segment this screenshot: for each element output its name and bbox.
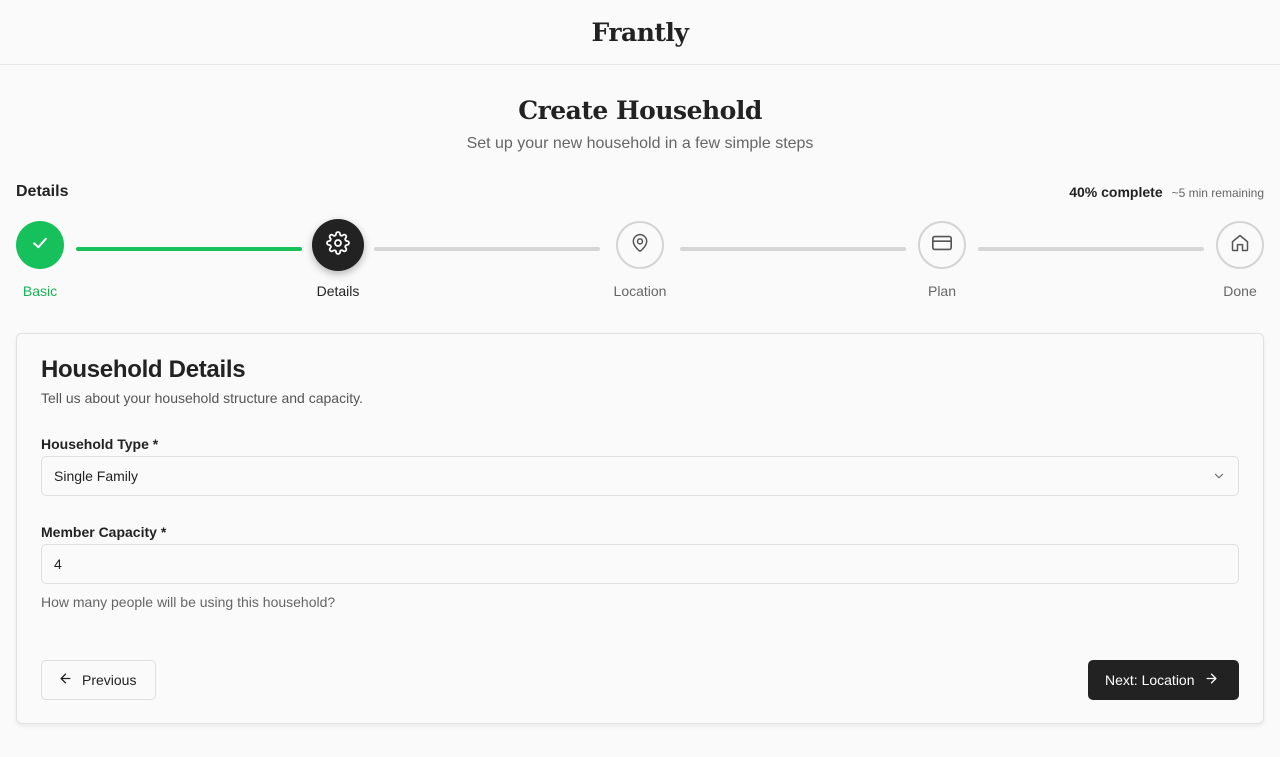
previous-button-label: Previous xyxy=(82,672,137,688)
member-capacity-value: 4 xyxy=(54,556,62,572)
current-step-heading: Details xyxy=(16,183,69,200)
member-capacity-label: Member Capacity * xyxy=(41,524,167,540)
arrow-left-icon xyxy=(58,671,73,689)
check-icon xyxy=(30,233,50,258)
top-bar: Frantly xyxy=(0,0,1280,65)
member-capacity-help: How many people will be using this house… xyxy=(41,594,336,610)
step-connector-details-location xyxy=(374,247,600,251)
next-button-label: Next: Location xyxy=(1105,672,1195,688)
step-label-details: Details xyxy=(316,283,360,299)
page-subtitle: Set up your new household in a few simpl… xyxy=(466,135,814,152)
household-type-value: Single Family xyxy=(54,468,139,484)
step-location[interactable] xyxy=(616,221,664,269)
member-capacity-input[interactable]: 4 xyxy=(41,544,1239,584)
card-description: Tell us about your household structure a… xyxy=(41,390,363,406)
map-pin-icon xyxy=(630,233,650,258)
time-remaining: ~5 min remaining xyxy=(1171,186,1264,200)
home-icon xyxy=(1230,233,1250,258)
household-type-select[interactable]: Single Family xyxy=(41,456,1239,496)
arrow-right-icon xyxy=(1204,671,1219,689)
step-connector-location-plan xyxy=(680,247,906,251)
step-plan[interactable] xyxy=(918,221,966,269)
step-connector-plan-done xyxy=(978,247,1204,251)
step-label-plan: Plan xyxy=(927,283,957,299)
page-title: Create Household xyxy=(518,96,762,125)
next-button[interactable]: Next: Location xyxy=(1088,660,1239,700)
step-connector-basic-details xyxy=(76,247,302,251)
step-done[interactable] xyxy=(1216,221,1264,269)
household-type-label: Household Type * xyxy=(41,436,159,452)
previous-button[interactable]: Previous xyxy=(41,660,156,700)
step-label-basic: Basic xyxy=(22,283,58,299)
progress-percent: 40% complete xyxy=(1069,184,1163,200)
step-label-done: Done xyxy=(1223,283,1257,299)
gear-icon xyxy=(326,230,350,260)
card-title: Household Details xyxy=(41,356,246,383)
step-details[interactable] xyxy=(312,219,364,271)
step-label-location: Location xyxy=(613,283,667,299)
credit-card-icon xyxy=(931,232,953,259)
chevron-down-icon xyxy=(1212,469,1226,486)
step-basic[interactable] xyxy=(16,221,64,269)
household-details-card: Household Details Tell us about your hou… xyxy=(16,333,1264,724)
progress-info: 40% complete ~5 min remaining xyxy=(1069,184,1264,200)
brand-logo[interactable]: Frantly xyxy=(592,18,689,47)
